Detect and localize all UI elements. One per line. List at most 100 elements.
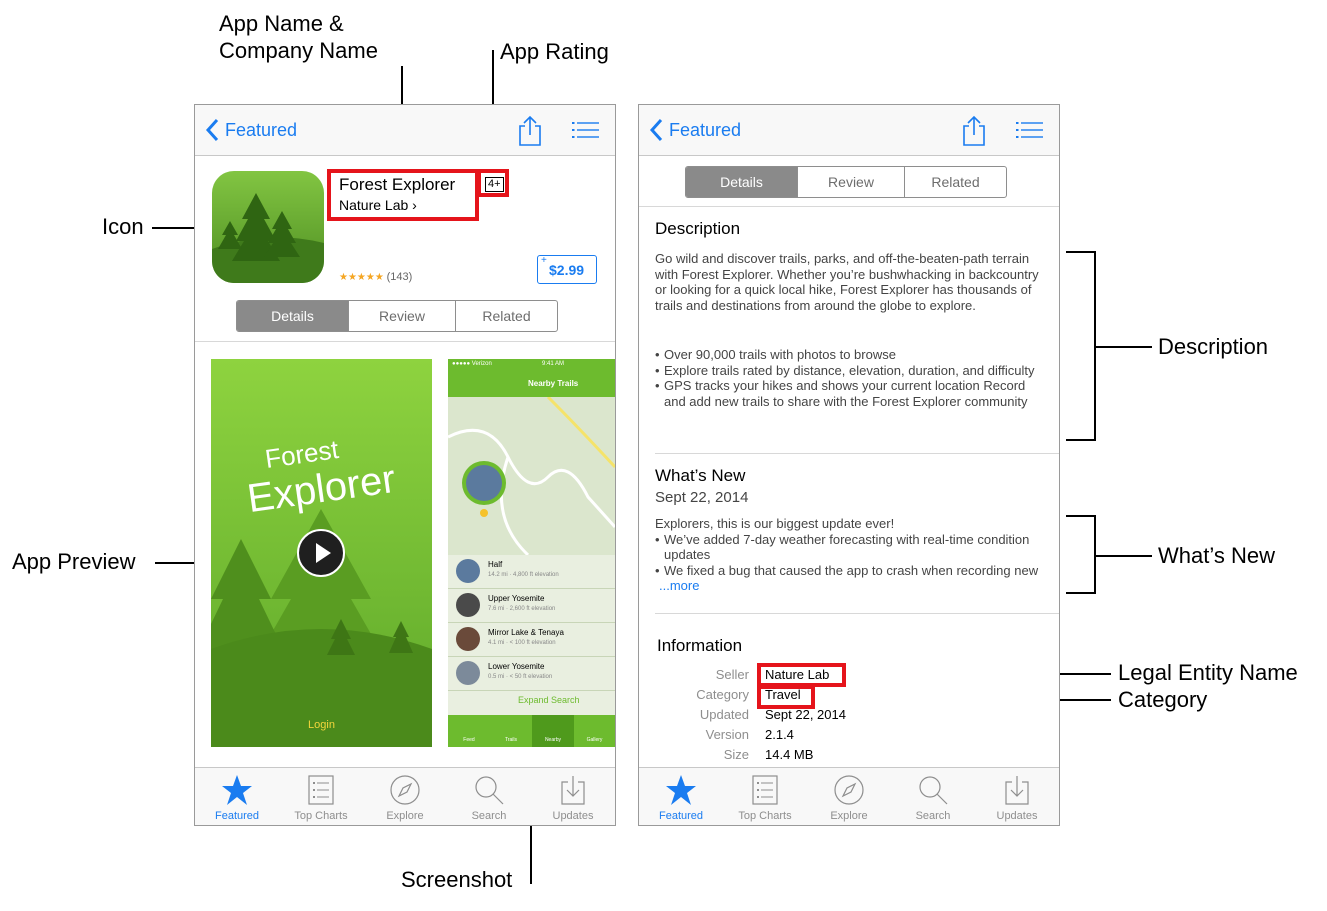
tab-label: Search <box>471 810 507 822</box>
list-item[interactable]: Lower Yosemite 0.5 mi · < 50 ft elevatio… <box>448 657 615 691</box>
tab-label: Updates <box>996 810 1038 822</box>
trail-meta: 4.1 mi · < 100 ft elevation <box>488 640 556 646</box>
trail-thumbnail <box>456 627 480 651</box>
back-label: Featured <box>669 119 742 140</box>
list-icon[interactable] <box>572 121 600 139</box>
tab-gallery[interactable]: Gallery <box>574 737 615 743</box>
search-icon <box>475 776 504 805</box>
star-rating: ★★★★★ (143) <box>339 271 412 283</box>
stars-icon: ★★★★★ <box>339 272 384 283</box>
trail-thumbnail <box>456 661 480 685</box>
tab-label: Top Charts <box>738 810 792 822</box>
list-item[interactable]: Mirror Lake & Tenaya 4.1 mi · < 100 ft e… <box>448 623 615 657</box>
whats-new-intro: Explorers, this is our biggest update ev… <box>655 516 895 531</box>
segment-review[interactable]: Review <box>797 167 904 197</box>
search-icon <box>919 776 948 805</box>
info-key: Updated <box>699 707 749 722</box>
divider <box>655 613 1059 614</box>
carrier: ●●●●● Verizon <box>452 361 492 367</box>
download-icon <box>561 776 585 805</box>
trail-meta: 14.2 mi · 4,800 ft elevation <box>488 572 559 578</box>
segment-review[interactable]: Review <box>348 301 455 331</box>
callout-whats-new: What’s New <box>1158 543 1275 568</box>
time: 9:41 AM <box>542 361 565 367</box>
trail-thumbnail <box>456 593 480 617</box>
highlight-category <box>757 685 815 709</box>
play-button[interactable] <box>297 529 345 577</box>
list-icon <box>308 775 334 805</box>
highlight-app-name <box>327 169 479 221</box>
tab-feed[interactable]: Feed <box>448 737 490 743</box>
list-item: • We fixed a bug that caused the app to c… <box>655 562 1039 578</box>
back-button[interactable]: Featured <box>205 117 297 143</box>
callout-line <box>1094 346 1152 348</box>
price-button[interactable]: + $2.99 <box>537 255 597 284</box>
tab-label: Explore <box>830 810 868 822</box>
trail-name: Mirror Lake & Tenaya <box>488 628 564 637</box>
callout-app-name-company: App Name & Company Name <box>219 10 378 64</box>
star-icon <box>666 775 696 805</box>
chevron-left-icon <box>649 118 663 142</box>
tab-bar: Featured Top Charts Explore Search Updat… <box>639 767 1059 825</box>
star-icon <box>222 775 252 805</box>
chevron-left-icon <box>205 118 219 142</box>
callout-app-rating: App Rating <box>500 39 609 64</box>
tab-label: Search <box>915 810 951 822</box>
segment-details[interactable]: Details <box>686 167 797 197</box>
preview-login: Login <box>308 719 335 731</box>
back-button[interactable]: Featured <box>649 117 741 143</box>
tab-nearby[interactable]: Nearby <box>532 715 574 747</box>
bracket-line <box>1066 251 1096 253</box>
app-page-screen: Featured Forest Explorer 4+ Nature Lab ›… <box>194 104 616 826</box>
bracket-line <box>1066 439 1096 441</box>
callout-app-preview: App Preview <box>12 549 136 574</box>
info-row-version: Version 2.1.4 <box>639 727 1059 747</box>
info-key: Seller <box>715 667 749 682</box>
information-title: Information <box>657 636 743 655</box>
trail-name: Half <box>488 560 503 569</box>
list-item[interactable]: Half 14.2 mi · 4,800 ft elevation <box>448 555 615 589</box>
callout-text: Company Name <box>219 38 378 63</box>
tab-bar: Featured Top Charts Explore Search Updat… <box>195 767 615 825</box>
app-screenshot[interactable]: ●●●●● Verizon 9:41 AM Nearby Trails Half… <box>448 359 615 747</box>
app-icon <box>212 171 324 283</box>
tab-trails[interactable]: Trails <box>490 737 532 743</box>
list-item: • Over 90,000 trails with photos to brows… <box>655 347 896 362</box>
trail-thumbnail <box>456 559 480 583</box>
list-icon <box>752 775 778 805</box>
info-key: Size <box>723 747 749 762</box>
trail-name: Lower Yosemite <box>488 662 545 671</box>
screenshot-title: Nearby Trails <box>528 379 579 388</box>
highlight-app-rating <box>477 169 509 197</box>
callout-text: App Name & <box>219 11 344 36</box>
plus-icon: + <box>541 255 547 266</box>
tab-label: Featured <box>658 810 704 822</box>
expand-search-link[interactable]: Expand Search <box>518 695 580 705</box>
tab-label: Updates <box>552 810 594 822</box>
whats-new-date: Sept 22, 2014 <box>655 489 749 506</box>
play-icon <box>316 543 331 563</box>
price-label: $2.99 <box>549 262 585 278</box>
divider <box>195 341 615 342</box>
info-key: Version <box>705 727 749 742</box>
description-text: Go wild and discover trails, parks, and … <box>655 251 1039 313</box>
info-row-seller: Seller Nature Lab <box>639 667 1059 687</box>
segmented-control: Details Review Related <box>685 166 1007 198</box>
info-value: 14.4 MB <box>765 747 814 762</box>
segment-details[interactable]: Details <box>237 301 348 331</box>
info-value: 2.1.4 <box>765 727 794 742</box>
list-icon[interactable] <box>1016 121 1044 139</box>
share-icon[interactable] <box>517 115 543 147</box>
segmented-control: Details Review Related <box>236 300 558 332</box>
trail-name: Upper Yosemite <box>488 594 545 603</box>
segment-related[interactable]: Related <box>904 167 1006 197</box>
list-item[interactable]: Upper Yosemite 7.6 mi · 2,600 ft elevati… <box>448 589 615 623</box>
description-title: Description <box>655 219 741 238</box>
share-icon[interactable] <box>961 115 987 147</box>
description-bullets: • Over 90,000 trails with photos to brows… <box>655 347 1047 409</box>
info-value: Sept 22, 2014 <box>765 707 846 722</box>
more-link[interactable]: ...more <box>655 578 1047 594</box>
trail-meta: 7.6 mi · 2,600 ft elevation <box>488 606 556 612</box>
app-preview[interactable]: Forest Explorer Login <box>211 359 432 747</box>
segment-related[interactable]: Related <box>455 301 557 331</box>
